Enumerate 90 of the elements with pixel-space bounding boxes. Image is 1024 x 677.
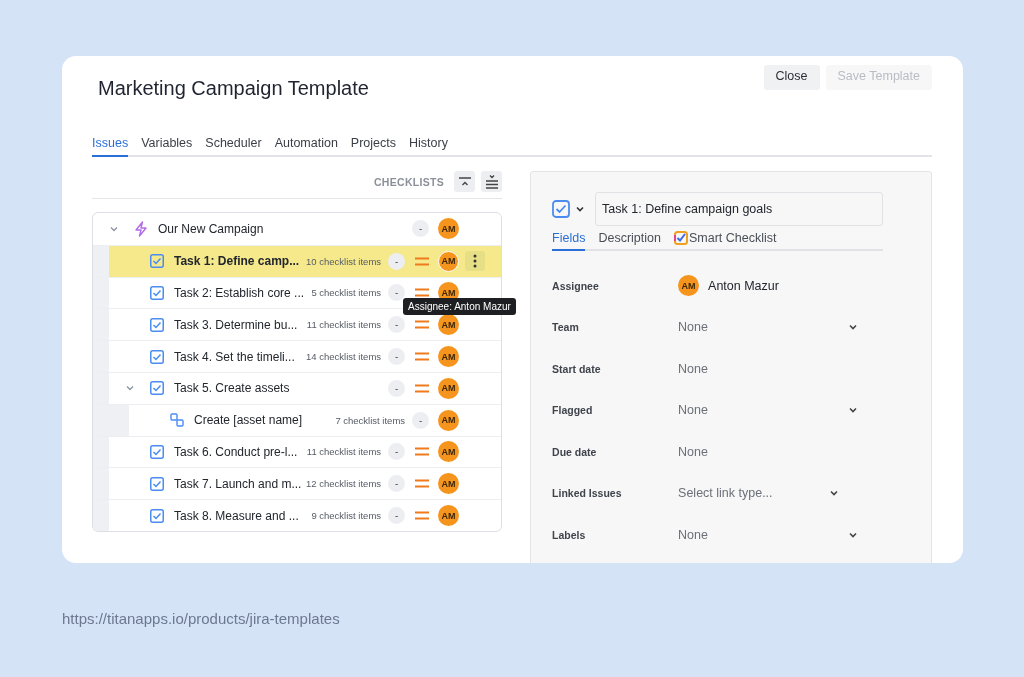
assignee-avatar[interactable]: AM xyxy=(438,441,460,463)
tab[interactable]: Issues xyxy=(92,136,129,157)
field-value[interactable]: None xyxy=(678,444,708,459)
issue-title: Task 4. Set the timeli... xyxy=(174,349,296,364)
subtask-icon xyxy=(170,413,184,428)
checkbox-task-icon xyxy=(150,508,164,523)
tab[interactable]: Automation xyxy=(274,136,338,157)
tab[interactable]: Scheduler xyxy=(205,136,262,157)
assignee-name[interactable]: Anton Mazur xyxy=(708,278,779,293)
close-button[interactable]: Close xyxy=(763,65,820,90)
tree-row[interactable]: Create [asset name] 7 checklist items - AM xyxy=(93,403,502,436)
checklist-count: 14 checklist items xyxy=(306,351,382,363)
tab[interactable]: Description xyxy=(598,231,661,251)
tooltip: Assignee: Anton Mazur xyxy=(403,297,516,315)
status-badge[interactable]: - xyxy=(388,284,406,302)
issue-title: Task 2: Establish core ... xyxy=(174,286,306,300)
status-badge[interactable]: - xyxy=(388,507,406,525)
tree-row[interactable]: Task 1: Define camp... 10 checklist items - AM xyxy=(93,244,502,277)
issue-title: Task 7. Launch and m... xyxy=(174,476,303,491)
field-label: Assignee xyxy=(552,279,600,292)
status-badge[interactable]: - xyxy=(388,443,406,461)
issue-title: Task 8. Measure and ... xyxy=(174,508,300,523)
tree-row[interactable]: Task 7. Launch and m... 12 checklist items - AM xyxy=(93,467,502,500)
status-badge[interactable]: - xyxy=(412,220,430,238)
field-label: Labels xyxy=(552,528,587,541)
assignee-avatar[interactable]: AM xyxy=(438,377,460,399)
checklist-count: 5 checklist items xyxy=(311,287,382,299)
status-badge[interactable]: - xyxy=(388,475,406,493)
checkbox-task-icon xyxy=(150,381,164,396)
checklist-count: 12 checklist items xyxy=(306,478,382,490)
checklist-count: 11 checklist items xyxy=(306,446,382,458)
summary-field[interactable]: Task 1: Define campaign goals xyxy=(595,192,883,226)
more-actions-button[interactable] xyxy=(465,251,486,272)
field-label: Linked Issues xyxy=(552,487,623,500)
tab[interactable]: History xyxy=(409,136,448,157)
tab[interactable]: Fields xyxy=(552,231,586,251)
assignee-avatar[interactable]: AM xyxy=(438,314,460,336)
status-badge[interactable]: - xyxy=(388,316,406,334)
checkbox-task-icon xyxy=(150,476,164,491)
tree-row[interactable]: Task 8. Measure and ... 9 checklist items - AM xyxy=(93,499,502,531)
source-url: https://titanapps.io/products/jira-templates xyxy=(62,610,341,627)
checkbox-task-icon xyxy=(150,254,164,269)
checkbox-task-icon xyxy=(150,444,164,459)
checklist-count: 10 checklist items xyxy=(306,255,382,267)
more-icon[interactable] xyxy=(473,254,478,269)
field-label: Flagged xyxy=(552,404,594,417)
checklist-count: 11 checklist items xyxy=(306,319,382,331)
assignee-avatar[interactable]: AM xyxy=(438,409,460,431)
tree-row[interactable]: Task 4. Set the timeli... 14 checklist items - AM xyxy=(93,340,502,372)
assignee-avatar[interactable]: AM xyxy=(438,218,460,240)
field-label: Due date xyxy=(552,445,598,458)
status-badge[interactable]: - xyxy=(388,252,406,270)
tab[interactable]: Variables xyxy=(141,136,193,157)
status-badge[interactable]: - xyxy=(388,348,406,366)
issue-title: Create [asset name] xyxy=(194,413,304,428)
checkbox-task-icon[interactable] xyxy=(552,200,571,218)
assignee-avatar: AM xyxy=(678,275,700,297)
checklist-logo-icon xyxy=(673,231,688,245)
field-dropdown[interactable]: None xyxy=(678,403,859,418)
tab[interactable]: Projects xyxy=(350,136,396,157)
status-badge[interactable]: - xyxy=(388,379,406,397)
field-value[interactable]: None xyxy=(678,361,708,376)
issue-title: Task 3. Determine bu... xyxy=(174,317,299,332)
checkbox-task-icon xyxy=(150,286,164,300)
tree-row[interactable]: Our New Campaign - AM xyxy=(93,213,502,245)
field-label: Start date xyxy=(552,362,602,375)
field-dropdown[interactable]: None xyxy=(678,320,859,335)
assignee-avatar[interactable]: AM xyxy=(438,473,460,495)
issue-title: Our New Campaign xyxy=(158,221,265,236)
field-dropdown[interactable]: Select link type... xyxy=(678,486,840,501)
dialog-title: Marketing Campaign Template xyxy=(98,77,369,100)
tab[interactable]: Smart Checklist xyxy=(673,231,777,251)
checklist-count: 7 checklist items xyxy=(335,414,406,426)
field-dropdown[interactable]: None xyxy=(678,527,859,542)
checkbox-task-icon xyxy=(150,349,164,364)
assignee-avatar[interactable]: AM xyxy=(438,250,460,272)
chevron-icon[interactable] xyxy=(575,204,586,214)
lightning-icon xyxy=(134,220,148,237)
issue-title: Task 5. Create assets xyxy=(174,381,291,396)
checkbox-task-icon xyxy=(150,317,164,332)
checklist-count: 9 checklist items xyxy=(311,510,382,522)
tree-row[interactable]: Task 6. Conduct pre-l... 11 checklist items - AM xyxy=(93,435,502,468)
assignee-avatar[interactable]: AM xyxy=(438,346,460,368)
issue-title: Task 6. Conduct pre-l... xyxy=(174,444,299,459)
issue-title: Task 1: Define camp... xyxy=(174,254,301,269)
field-label: Team xyxy=(552,321,580,334)
checklists-label: CHECKLISTS xyxy=(373,175,445,188)
status-badge[interactable]: - xyxy=(412,411,430,429)
assignee-avatar[interactable]: AM xyxy=(438,505,460,527)
tree-row[interactable]: Task 5. Create assets - AM xyxy=(93,372,502,404)
